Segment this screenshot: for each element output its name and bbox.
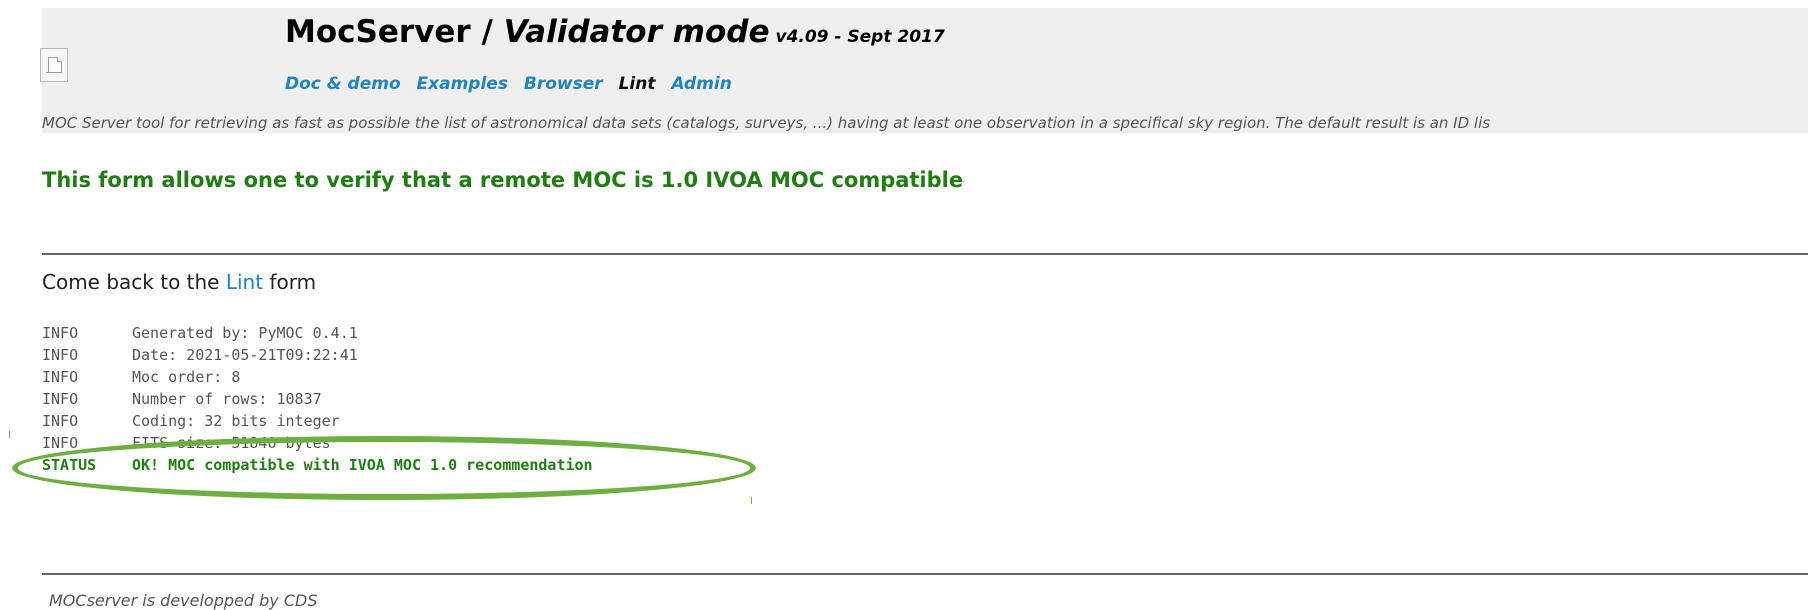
log-message: Number of rows: 10837 [132, 390, 322, 408]
nav-lint-current: Lint [618, 74, 656, 94]
service-description: MOC Server tool for retrieving as fast a… [42, 114, 1491, 132]
log-row: INFO Date: 2021-05-21T09:22:41 [42, 344, 593, 366]
form-heading: This form allows one to verify that a re… [42, 168, 964, 192]
footer-credit: MOCserver is developped by CDS [49, 591, 318, 610]
status-row: STATUS OK! MOC compatible with IVOA MOC 1… [42, 454, 593, 476]
status-message: OK! MOC compatible with IVOA MOC 1.0 rec… [132, 456, 593, 474]
log-message: Moc order: 8 [132, 368, 241, 386]
nav-admin-link[interactable]: Admin [671, 74, 731, 94]
section-divider [42, 253, 1808, 255]
title-mode: Validator mode [503, 14, 770, 50]
log-level: INFO [42, 346, 79, 364]
nav-browser-link[interactable]: Browser [524, 74, 603, 94]
log-level: INFO [42, 324, 79, 342]
log-message: FITS size: 51840 bytes [132, 434, 331, 452]
log-message: Coding: 32 bits integer [132, 412, 340, 430]
log-row: INFO Moc order: 8 [42, 366, 593, 388]
log-row: INFO Number of rows: 10837 [42, 388, 593, 410]
log-row: INFO Coding: 32 bits integer [42, 410, 593, 432]
title-main: MocServer / [285, 14, 504, 50]
log-message: Generated by: PyMOC 0.4.1 [132, 324, 358, 342]
page-title: MocServer / Validator mode v4.09 - Sept 2… [285, 14, 945, 50]
log-level: INFO [42, 434, 79, 452]
annotation-tick [9, 431, 10, 438]
log-level: INFO [42, 368, 79, 386]
broken-image-icon [40, 48, 68, 82]
log-row: INFO FITS size: 51840 bytes [42, 432, 593, 454]
back-to-lint-line: Come back to the Lint form [42, 270, 316, 294]
main-nav: Doc & demo Examples Browser Lint Admin [285, 74, 742, 94]
version-label: v4.09 - Sept 2017 [775, 27, 945, 47]
log-level: INFO [42, 412, 79, 430]
validation-log: INFO Generated by: PyMOC 0.4.1 INFO Date: … [42, 322, 593, 476]
back-line-prefix: Come back to the [42, 270, 226, 294]
back-line-suffix: form [263, 270, 317, 294]
log-message: Date: 2021-05-21T09:22:41 [132, 346, 358, 364]
log-level: INFO [42, 390, 79, 408]
log-row: INFO Generated by: PyMOC 0.4.1 [42, 322, 593, 344]
nav-doc-demo-link[interactable]: Doc & demo [285, 74, 401, 94]
lint-form-link[interactable]: Lint [226, 270, 263, 294]
status-level: STATUS [42, 456, 97, 474]
annotation-tick [751, 497, 752, 504]
footer-divider [42, 573, 1808, 575]
nav-examples-link[interactable]: Examples [417, 74, 508, 94]
